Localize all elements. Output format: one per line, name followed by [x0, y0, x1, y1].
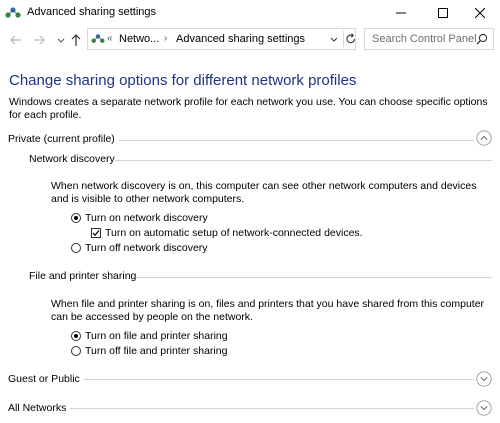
turn-on-file-sharing-option[interactable]: Turn on file and printer sharing	[71, 330, 291, 344]
divider	[70, 408, 474, 409]
up-arrow-icon[interactable]	[68, 32, 84, 48]
radio-button-selected[interactable]	[71, 331, 81, 341]
refresh-icon[interactable]	[343, 31, 358, 47]
network-icon	[91, 34, 105, 43]
turn-on-network-discovery-option[interactable]: Turn on network discovery	[71, 212, 271, 226]
chevron-down-icon[interactable]	[476, 371, 492, 387]
chevron-up-icon[interactable]	[476, 130, 492, 146]
breadcrumb-network[interactable]: Netwo...	[119, 33, 159, 45]
divider	[115, 160, 492, 161]
file-printer-sharing-description: When file and printer sharing is on, fil…	[51, 298, 485, 323]
section-label: All Networks	[8, 402, 71, 414]
network-discovery-description: When network discovery is on, this compu…	[51, 180, 477, 205]
all-networks-header[interactable]: All Networks	[0, 400, 500, 420]
radio-button-selected[interactable]	[71, 213, 81, 223]
option-label: Turn on file and printer sharing	[85, 330, 228, 342]
page-title: Change sharing options for different net…	[9, 72, 357, 89]
auto-setup-option[interactable]: Turn on automatic setup of network-conne…	[91, 227, 391, 241]
minimize-button[interactable]	[379, 0, 423, 26]
close-icon	[475, 8, 485, 18]
address-bar[interactable]: « Netwo... › Advanced sharing settings	[87, 28, 356, 50]
search-input[interactable]: Search Control Panel	[372, 33, 477, 45]
checkbox-checked[interactable]	[91, 228, 101, 238]
divider	[80, 379, 474, 380]
back-arrow-icon[interactable]	[8, 32, 24, 48]
recent-locations-chevron-icon[interactable]	[53, 32, 69, 48]
divider	[136, 277, 492, 278]
network-discovery-heading: Network discovery	[29, 153, 115, 165]
navigation-bar: « Netwo... › Advanced sharing settings S…	[0, 27, 500, 53]
chevron-down-icon[interactable]	[476, 400, 492, 416]
section-label: Private (current profile)	[8, 133, 119, 145]
turn-off-network-discovery-option[interactable]: Turn off network discovery	[71, 242, 271, 256]
window-title: Advanced sharing settings	[27, 6, 157, 18]
address-dropdown-icon[interactable]	[328, 31, 340, 47]
minimize-icon	[396, 12, 406, 14]
radio-button[interactable]	[71, 243, 81, 253]
title-bar: Advanced sharing settings	[0, 0, 500, 26]
private-profile-header[interactable]: Private (current profile)	[0, 130, 500, 150]
forward-arrow-icon[interactable]	[31, 32, 47, 48]
option-label: Turn off file and printer sharing	[85, 345, 228, 357]
radio-button[interactable]	[71, 346, 81, 356]
file-printer-sharing-heading: File and printer sharing	[29, 270, 137, 282]
breadcrumb-separator[interactable]: ›	[164, 33, 167, 44]
overflow-chevron[interactable]: «	[107, 33, 113, 44]
search-icon[interactable]	[476, 33, 488, 45]
maximize-icon	[438, 8, 448, 18]
option-label: Turn on network discovery	[85, 212, 208, 224]
page-description: Windows creates a separate network profi…	[9, 96, 488, 121]
option-label: Turn off network discovery	[85, 242, 208, 254]
divider	[112, 140, 474, 141]
network-icon	[5, 7, 21, 18]
breadcrumb-advanced-sharing[interactable]: Advanced sharing settings	[176, 33, 305, 45]
section-label: Guest or Public	[8, 373, 84, 385]
search-box[interactable]: Search Control Panel	[364, 28, 494, 50]
checkmark-icon	[92, 230, 100, 237]
close-button[interactable]	[458, 0, 500, 26]
option-label: Turn on automatic setup of network-conne…	[105, 227, 363, 239]
turn-off-file-sharing-option[interactable]: Turn off file and printer sharing	[71, 345, 291, 359]
guest-public-profile-header[interactable]: Guest or Public	[0, 371, 500, 391]
